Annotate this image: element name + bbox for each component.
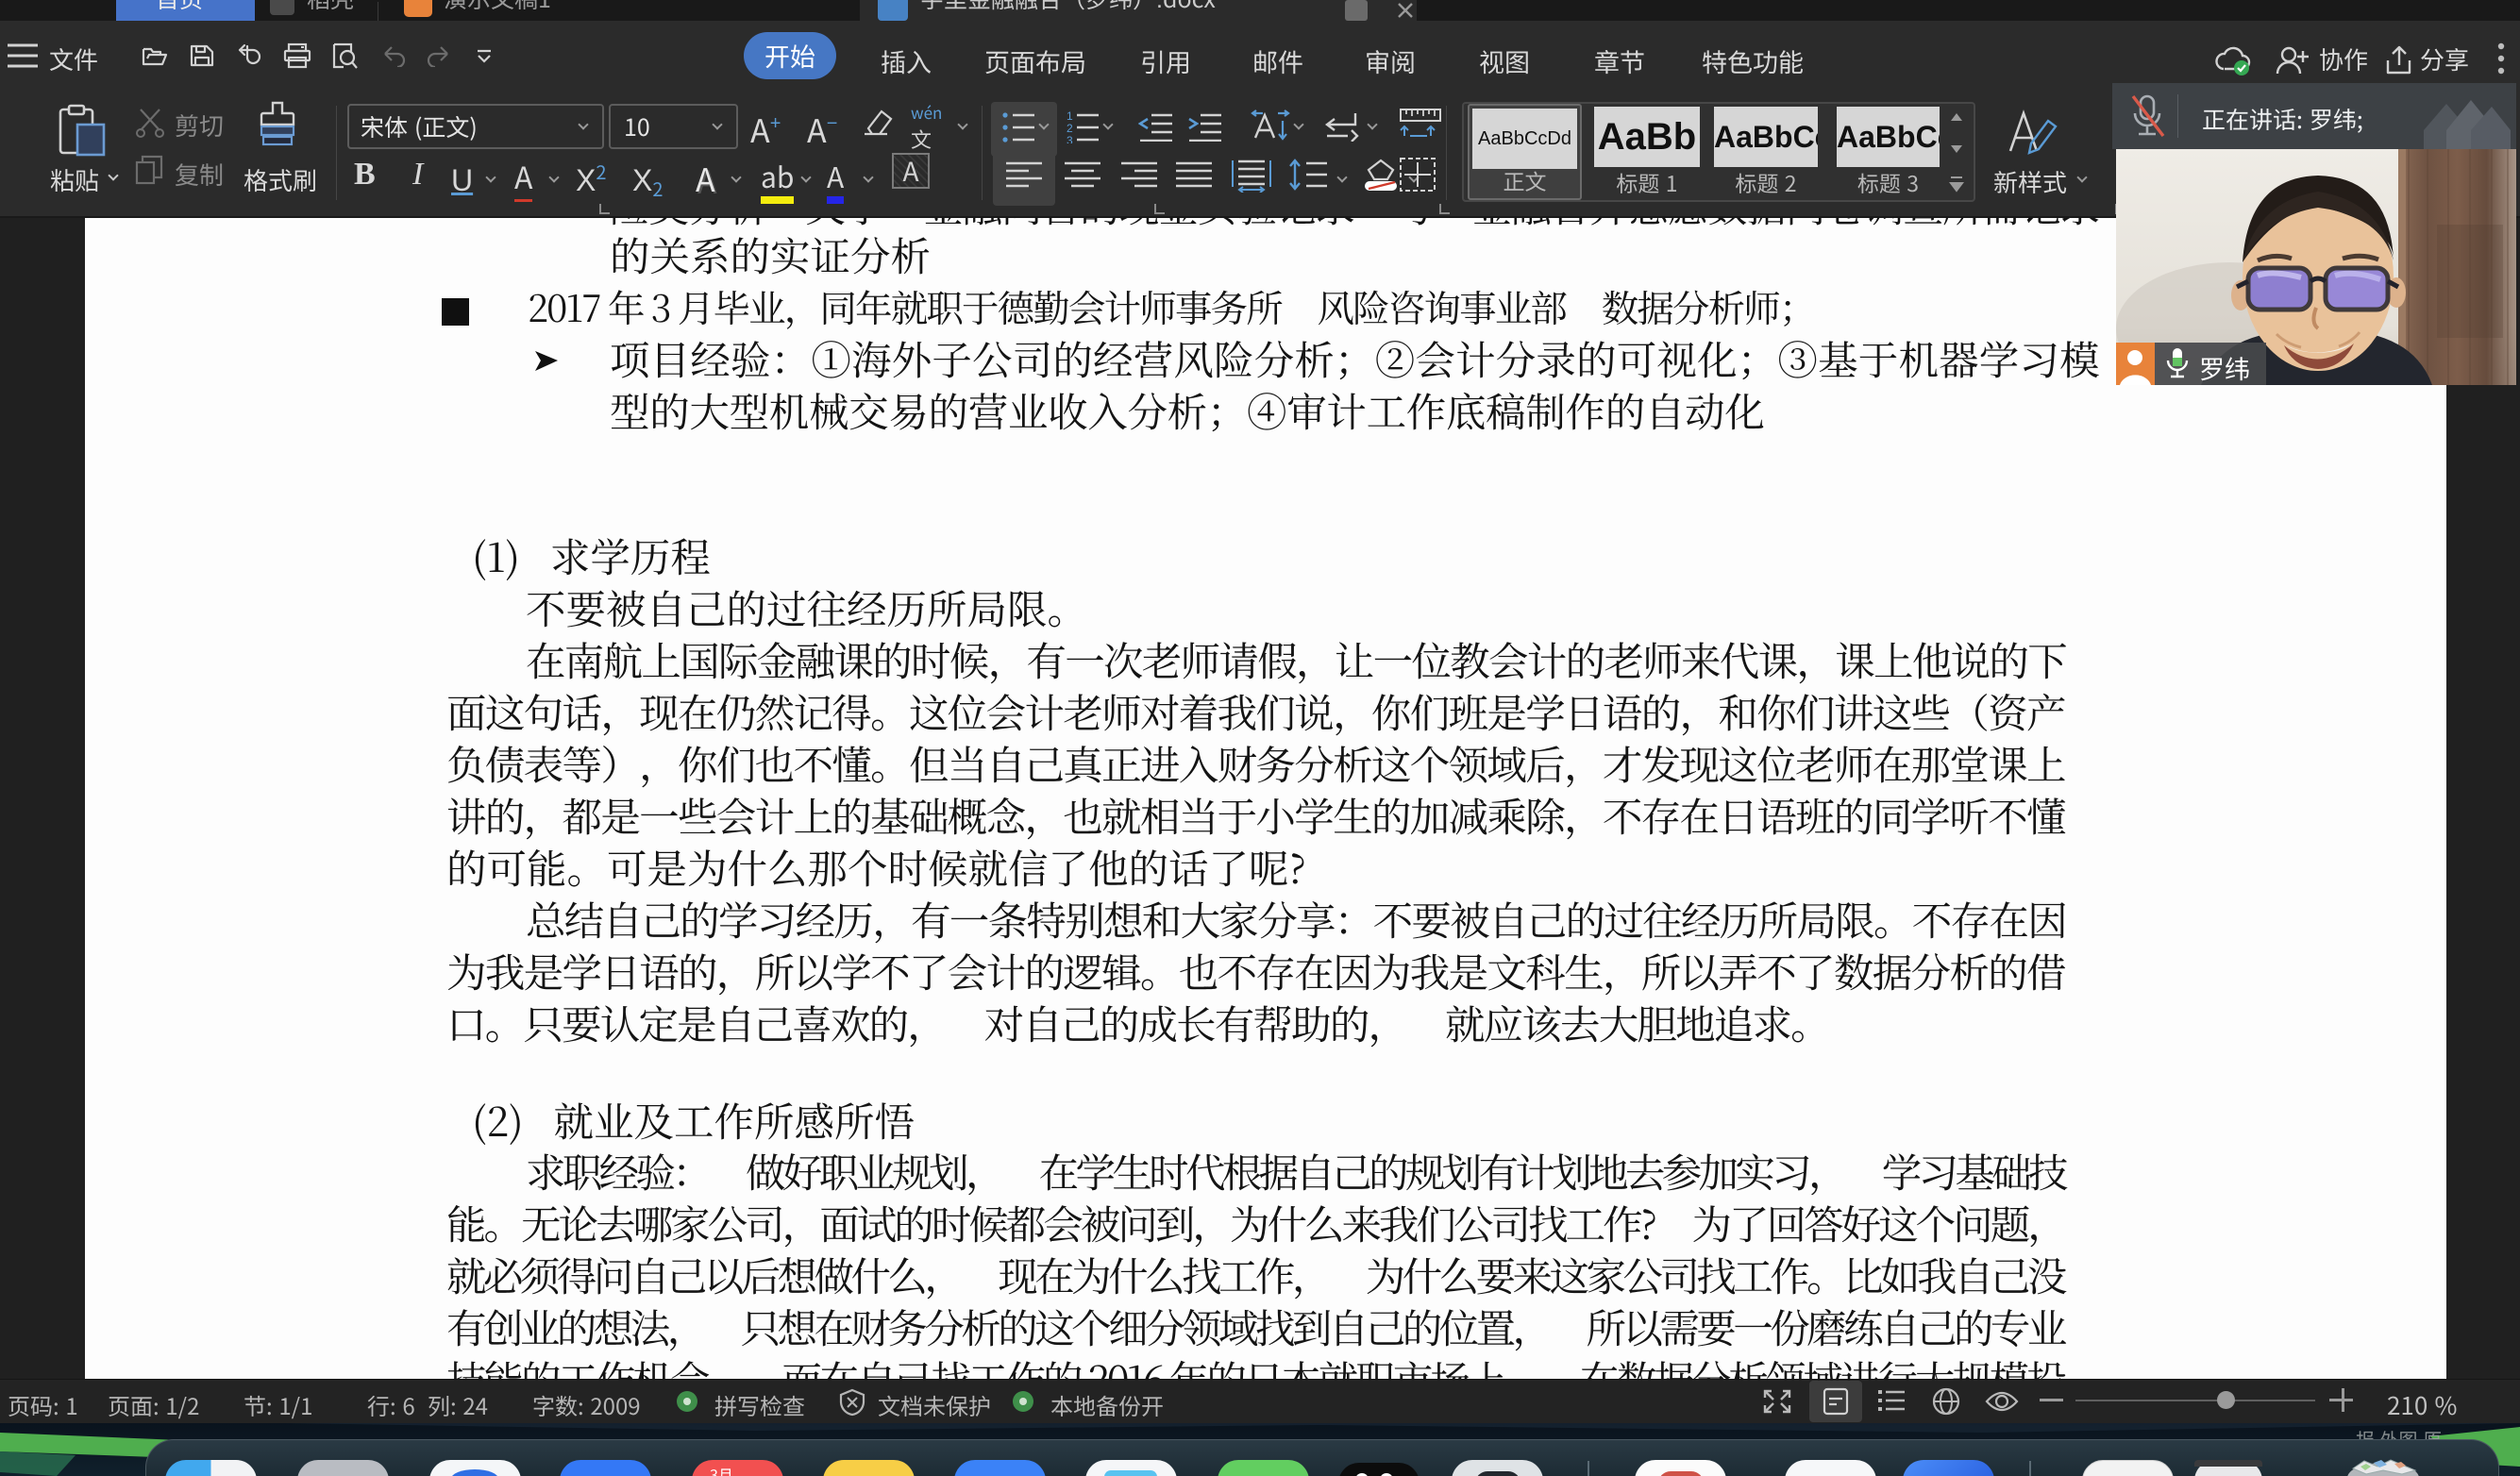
svg-text:3: 3 — [1067, 134, 1073, 143]
svg-text:2: 2 — [1067, 122, 1073, 135]
